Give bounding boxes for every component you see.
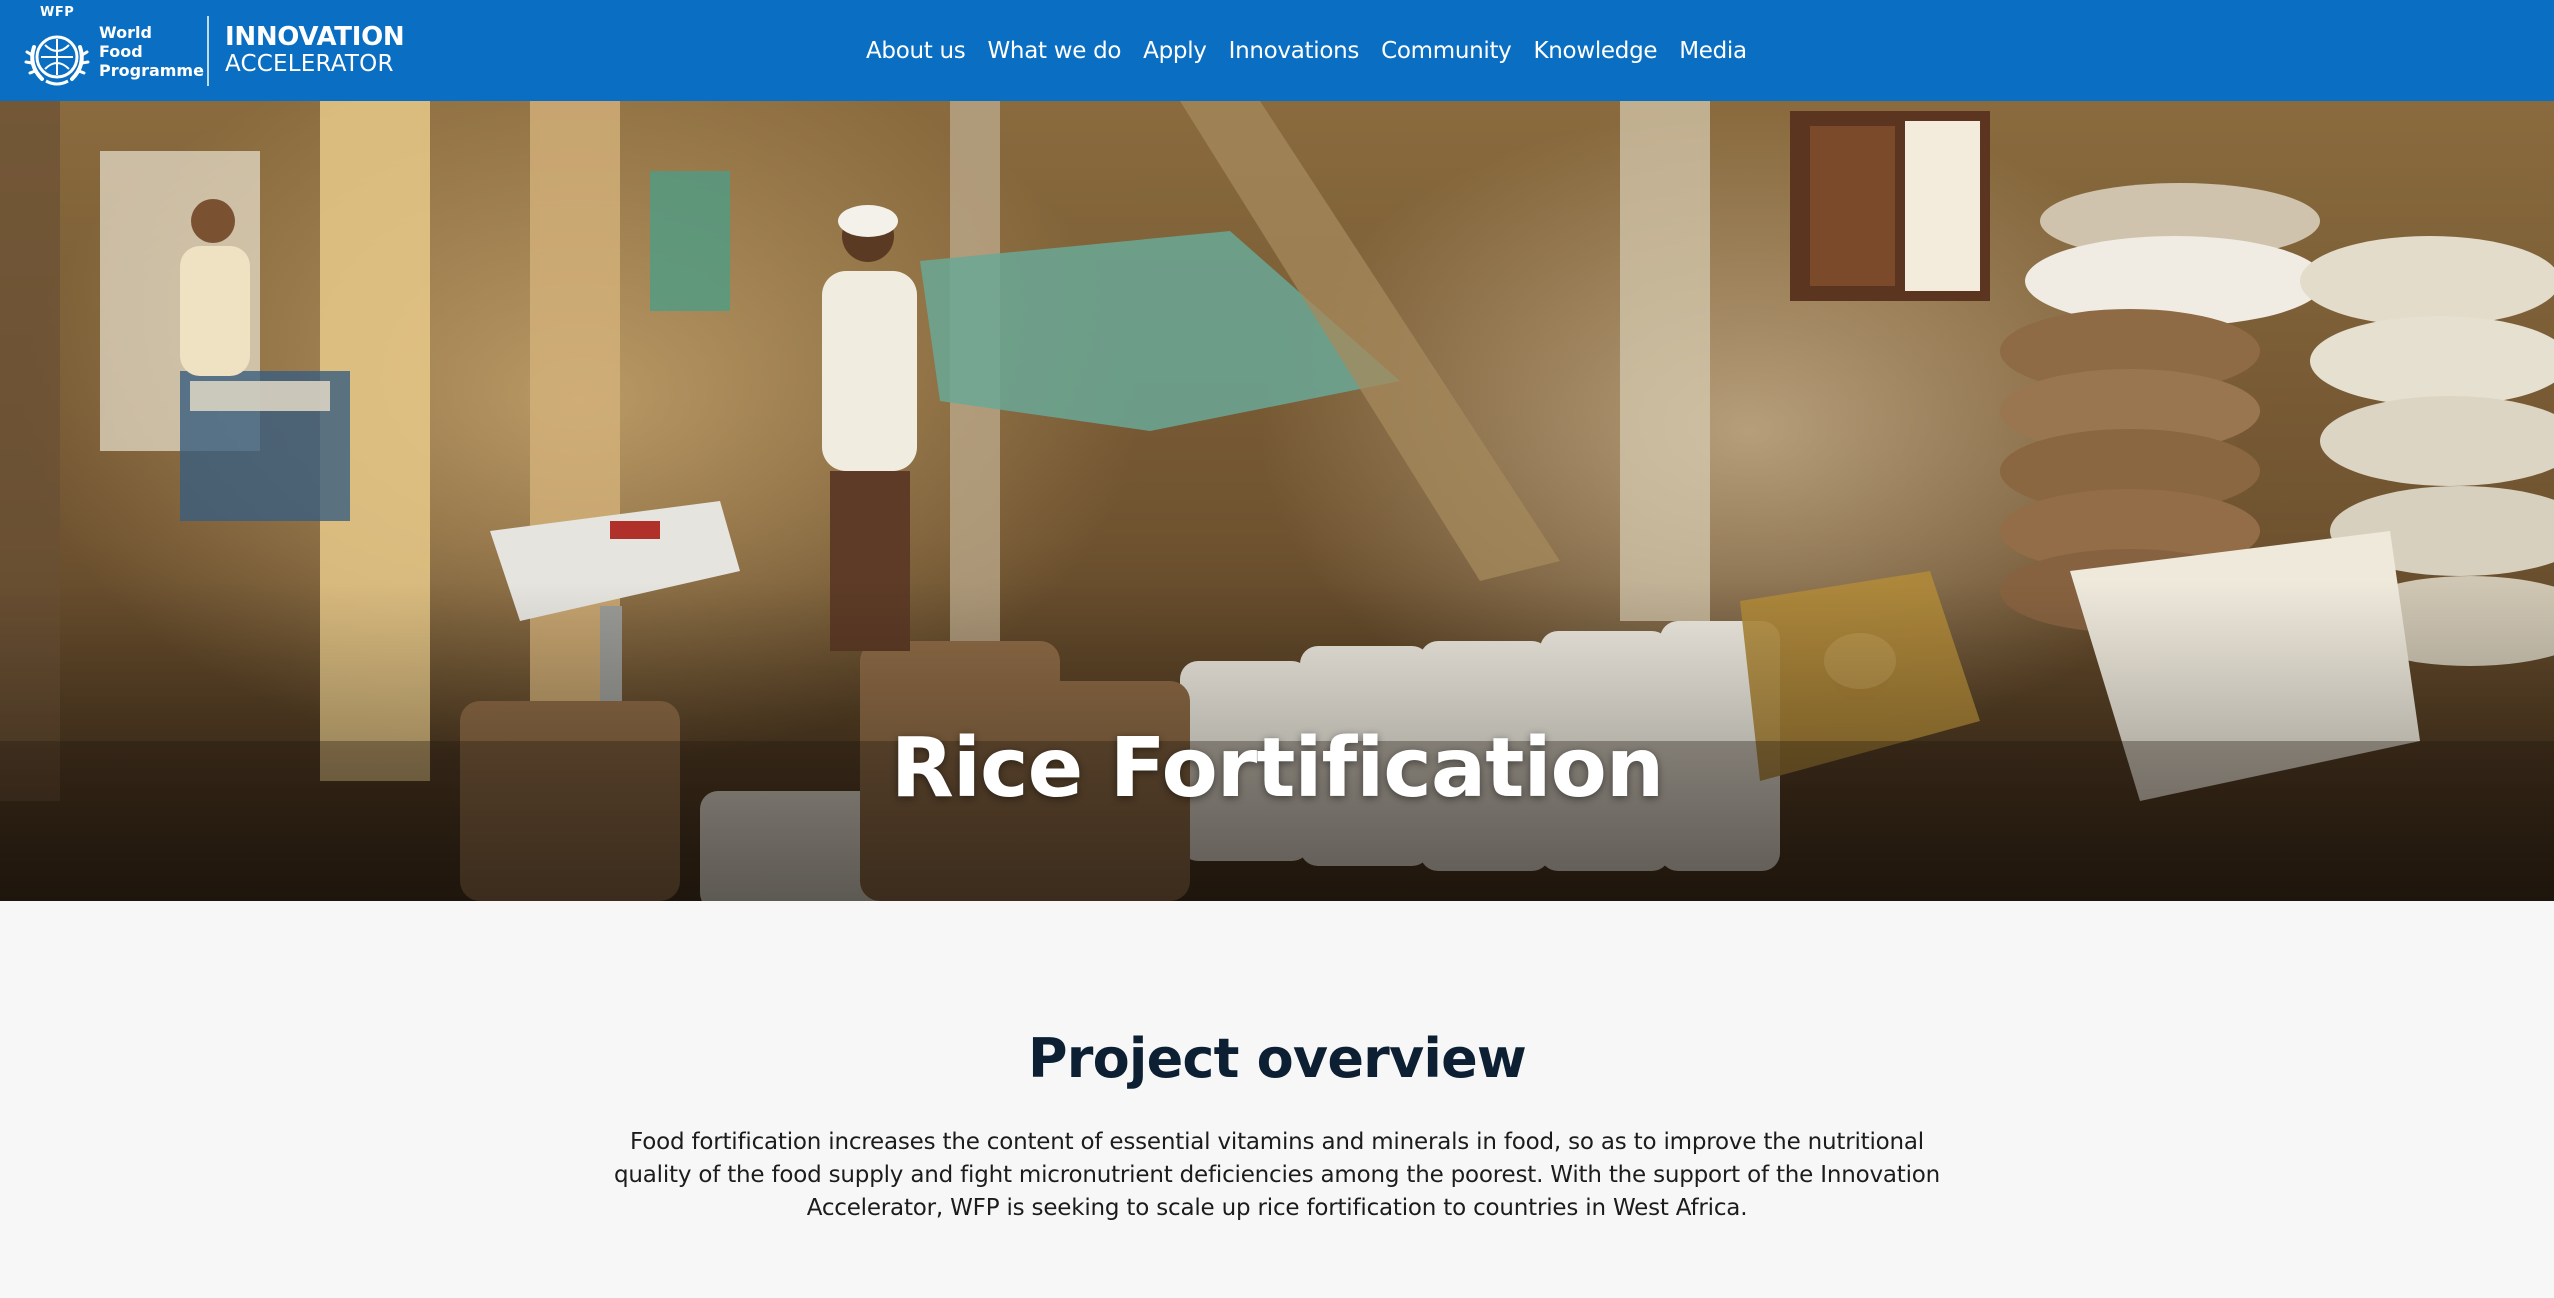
accelerator-wordmark: INNOVATION ACCELERATOR [225,22,405,78]
wfp-emblem-icon: WFP [20,5,94,91]
hero-banner: Rice Fortification [0,101,2554,901]
wfp-tag: WFP [40,5,75,20]
nav-innovations[interactable]: Innovations [1229,38,1360,64]
wfp-wordmark: World Food Programme [99,22,204,80]
project-overview-text: Food fortification increases the content… [613,1129,1941,1221]
nav-media[interactable]: Media [1679,38,1747,64]
accelerator-line1: INNOVATION [225,22,405,52]
site-header: WFP World Food Programme INNOVATION ACCE… [0,0,2554,101]
wfp-name-line1: World Food [99,22,152,61]
logo-divider [207,16,209,86]
nav-what-we-do[interactable]: What we do [987,38,1121,64]
nav-knowledge[interactable]: Knowledge [1534,38,1658,64]
site-logo[interactable]: WFP World Food Programme INNOVATION ACCE… [20,5,405,92]
nav-community[interactable]: Community [1381,38,1512,64]
nav-about-us[interactable]: About us [866,38,966,64]
nav-apply[interactable]: Apply [1143,38,1207,64]
wfp-name-line2: Programme [99,60,204,80]
page-title: Rice Fortification [890,721,1665,816]
main-nav: About us What we do Apply Innovations Co… [866,0,1769,101]
project-overview-heading: Project overview [1027,1027,1527,1090]
accelerator-line2: ACCELERATOR [225,51,394,77]
